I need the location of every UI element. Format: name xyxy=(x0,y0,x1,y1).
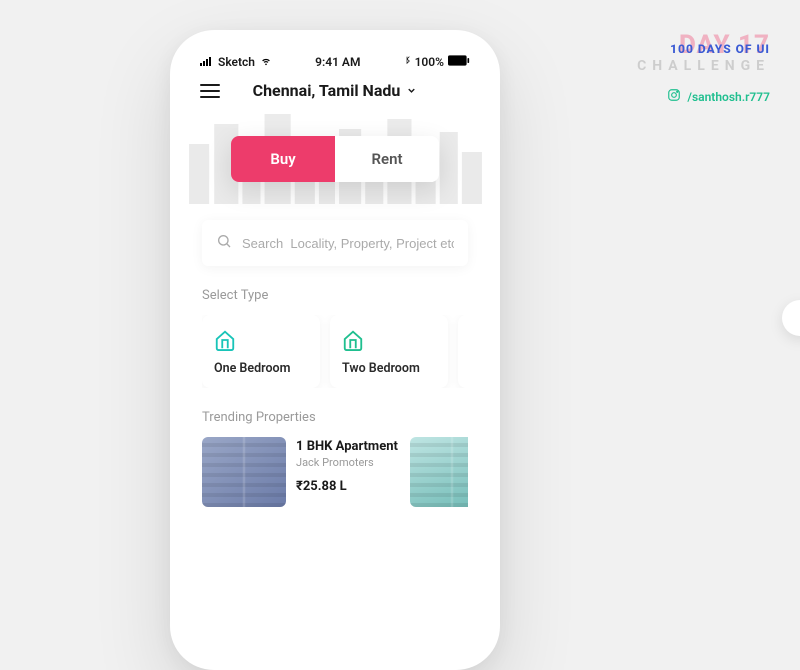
search-icon xyxy=(216,233,232,253)
instagram-handle-text: /santhosh.r777 xyxy=(687,90,770,104)
tab-buy[interactable]: Buy xyxy=(231,136,335,182)
home-icon xyxy=(214,329,236,351)
carrier-label: Sketch xyxy=(218,55,255,69)
trending-heading: Trending Properties xyxy=(202,410,468,425)
main-content: Select Type One Bedroom Two Bedroom Thre… xyxy=(184,194,486,507)
property-price: ₹25.88 L xyxy=(296,479,398,494)
location-selector[interactable]: Chennai, Tamil Nadu xyxy=(253,81,418,100)
select-type-heading: Select Type xyxy=(202,288,468,303)
property-promoter: Jack Promoters xyxy=(296,456,398,469)
mode-tabs: Buy Rent xyxy=(231,136,439,182)
type-label: Two Bedroom xyxy=(342,361,436,376)
type-card-two-bedroom[interactable]: Two Bedroom xyxy=(330,315,448,388)
instagram-handle[interactable]: /santhosh.r777 xyxy=(637,88,770,105)
signal-icon xyxy=(200,55,214,69)
tab-rent[interactable]: Rent xyxy=(335,136,439,182)
chevron-down-icon xyxy=(406,81,417,100)
trending-list[interactable]: 1 BHK Apartment Jack Promoters ₹25.88 L xyxy=(202,437,468,507)
type-card-three[interactable]: Three xyxy=(458,315,468,388)
property-title: 1 BHK Apartment xyxy=(296,439,398,454)
challenge-watermark: DAY 17 100 DAYS OF UI CHALLENGE /santhos… xyxy=(637,30,770,105)
battery-icon xyxy=(448,55,470,69)
floating-action-hint[interactable] xyxy=(782,300,800,336)
property-thumbnail xyxy=(202,437,286,507)
home-icon xyxy=(342,329,364,351)
type-card-one-bedroom[interactable]: One Bedroom xyxy=(202,315,320,388)
location-label: Chennai, Tamil Nadu xyxy=(253,81,401,100)
property-thumbnail xyxy=(410,437,468,507)
wifi-icon xyxy=(259,55,273,69)
trending-card[interactable] xyxy=(410,437,468,507)
subtitle-label: 100 DAYS OF UI xyxy=(655,42,770,56)
hero-skyline: Buy Rent xyxy=(184,114,486,194)
type-list[interactable]: One Bedroom Two Bedroom Three xyxy=(202,315,468,388)
bluetooth-icon xyxy=(403,54,411,69)
instagram-icon xyxy=(667,88,681,105)
phone-frame: Sketch 9:41 AM 100% Chennai, Tamil Nadu xyxy=(170,30,500,670)
property-info: 1 BHK Apartment Jack Promoters ₹25.88 L xyxy=(296,437,398,507)
search-input[interactable] xyxy=(242,236,454,251)
status-bar: Sketch 9:41 AM 100% xyxy=(184,44,486,73)
trending-card[interactable]: 1 BHK Apartment Jack Promoters ₹25.88 L xyxy=(202,437,398,507)
type-label: One Bedroom xyxy=(214,361,308,376)
phone-screen: Sketch 9:41 AM 100% Chennai, Tamil Nadu xyxy=(184,44,486,656)
battery-percent: 100% xyxy=(415,55,444,69)
time-label: 9:41 AM xyxy=(315,55,360,69)
challenge-label: CHALLENGE xyxy=(637,58,770,74)
menu-button[interactable] xyxy=(200,84,220,98)
search-bar[interactable] xyxy=(202,220,468,266)
